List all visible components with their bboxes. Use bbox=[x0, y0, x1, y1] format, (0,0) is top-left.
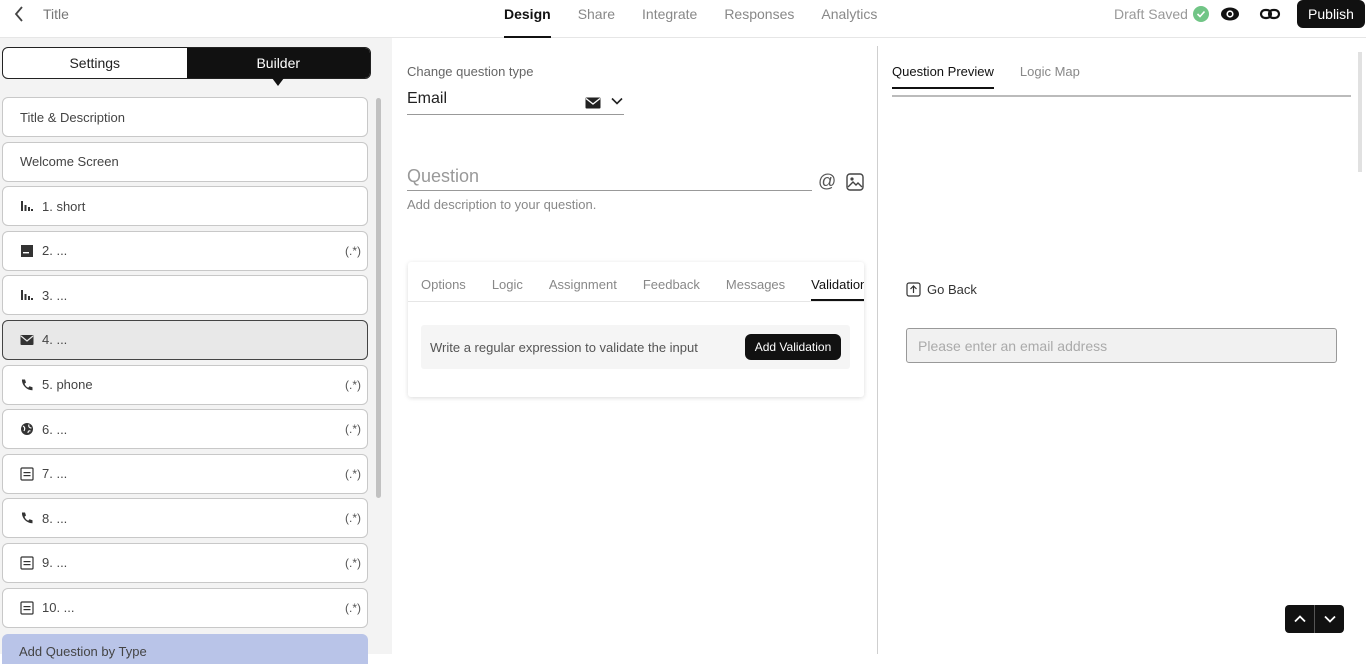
arrow-up-box-icon bbox=[906, 282, 921, 297]
question-list: Title & Description Welcome Screen 1. sh… bbox=[2, 97, 368, 632]
tab-options[interactable]: Options bbox=[421, 262, 466, 301]
envelope-icon bbox=[585, 96, 601, 114]
sidebar-item-label: 1. short bbox=[42, 198, 86, 214]
list-icon bbox=[20, 600, 34, 615]
question-input[interactable]: Question bbox=[407, 164, 812, 191]
add-question-button[interactable]: Add Question by Type bbox=[2, 634, 368, 664]
envelope-icon bbox=[20, 333, 34, 347]
sidebar-item-label: 2. ... bbox=[42, 243, 68, 259]
sidebar-item-label: 4. ... bbox=[42, 332, 68, 348]
draft-status: Draft Saved bbox=[1114, 6, 1209, 22]
tab-messages[interactable]: Messages bbox=[726, 262, 785, 301]
go-back-label: Go Back bbox=[927, 282, 977, 297]
tab-logic[interactable]: Logic bbox=[492, 262, 523, 301]
editor-tabs: Options Logic Assignment Feedback Messag… bbox=[408, 262, 864, 302]
list-icon bbox=[20, 556, 34, 570]
go-back-button[interactable]: Go Back bbox=[906, 282, 977, 297]
tab-design[interactable]: Design bbox=[504, 0, 551, 38]
sidebar-item-question-3[interactable]: 3. ... bbox=[2, 275, 368, 316]
sidebar-item-question-2[interactable]: 2. ... (.*) bbox=[2, 230, 368, 271]
sidebar-item-label: 5. phone bbox=[42, 377, 93, 393]
publish-button[interactable]: Publish bbox=[1297, 0, 1365, 28]
sidebar-item-question-10[interactable]: 10. ... (.*) bbox=[2, 587, 368, 628]
sidebar-item-title-description[interactable]: Title & Description bbox=[2, 97, 368, 137]
top-bar: Title Design Share Integrate Responses A… bbox=[0, 0, 1366, 38]
sidebar-item-label: 8. ... bbox=[42, 510, 68, 526]
sidebar-item-question-6[interactable]: 6. ... (.*) bbox=[2, 409, 368, 450]
tab-logic-map[interactable]: Logic Map bbox=[1020, 61, 1080, 95]
back-arrow-icon[interactable] bbox=[10, 5, 28, 23]
tab-validation[interactable]: Validation bbox=[811, 262, 864, 301]
sidebar-item-label: Title & Description bbox=[20, 109, 125, 125]
form-title[interactable]: Title bbox=[43, 6, 69, 22]
sidebar-item-question-1[interactable]: 1. short bbox=[2, 186, 368, 227]
validation-text: Write a regular expression to validate t… bbox=[430, 340, 698, 355]
image-icon[interactable] bbox=[846, 173, 864, 191]
question-editor: Change question type Email Question @ Ad… bbox=[393, 46, 878, 654]
long-text-icon bbox=[20, 244, 34, 258]
regex-badge: (.*) bbox=[345, 243, 361, 258]
question-type-select[interactable]: Email bbox=[407, 90, 624, 115]
tab-assignment[interactable]: Assignment bbox=[549, 262, 617, 301]
phone-icon bbox=[20, 511, 34, 525]
email-input[interactable]: Please enter an email address bbox=[906, 328, 1337, 363]
check-circle-icon bbox=[1192, 6, 1209, 22]
regex-badge: (.*) bbox=[345, 466, 361, 481]
chevron-down-icon[interactable] bbox=[1315, 605, 1344, 633]
regex-badge: (.*) bbox=[345, 600, 361, 615]
regex-badge: (.*) bbox=[345, 511, 361, 526]
sidebar-item-label: 3. ... bbox=[42, 287, 68, 303]
builder-sidebar: Settings Builder Title & Description Wel… bbox=[0, 38, 392, 664]
sidebar-item-question-4[interactable]: 4. ... bbox=[2, 319, 368, 360]
description-input[interactable]: Add description to your question. bbox=[407, 197, 596, 212]
change-type-label: Change question type bbox=[407, 64, 534, 79]
sidebar-item-label: 6. ... bbox=[42, 421, 68, 437]
link-icon[interactable] bbox=[1259, 5, 1281, 23]
preview-panel: Question Preview Logic Map Go Back Pleas… bbox=[879, 46, 1366, 654]
sidebar-item-label: 10. ... bbox=[42, 600, 75, 616]
validation-box: Write a regular expression to validate t… bbox=[421, 325, 850, 369]
settings-toggle-button[interactable]: Settings bbox=[3, 48, 187, 78]
tab-feedback[interactable]: Feedback bbox=[643, 262, 700, 301]
phone-icon bbox=[20, 378, 34, 392]
short-text-icon bbox=[20, 199, 34, 213]
sidebar-item-question-8[interactable]: 8. ... (.*) bbox=[2, 498, 368, 539]
question-type-value: Email bbox=[407, 90, 448, 107]
tab-question-preview[interactable]: Question Preview bbox=[892, 61, 994, 89]
sidebar-scrollbar[interactable] bbox=[376, 98, 381, 498]
preview-tabs: Question Preview Logic Map bbox=[892, 61, 1351, 97]
globe-icon bbox=[20, 422, 34, 436]
sidebar-item-label: 7. ... bbox=[42, 466, 68, 482]
eye-icon[interactable] bbox=[1220, 5, 1240, 23]
main-tabs: Design Share Integrate Responses Analyti… bbox=[504, 0, 904, 38]
tab-integrate[interactable]: Integrate bbox=[642, 0, 697, 38]
sidebar-item-question-9[interactable]: 9. ... (.*) bbox=[2, 542, 368, 583]
settings-card: Options Logic Assignment Feedback Messag… bbox=[408, 262, 864, 397]
regex-badge: (.*) bbox=[345, 377, 361, 392]
chevron-up-icon[interactable] bbox=[1285, 605, 1315, 633]
sidebar-item-question-7[interactable]: 7. ... (.*) bbox=[2, 453, 368, 494]
tab-responses[interactable]: Responses bbox=[724, 0, 794, 38]
settings-builder-toggle: Settings Builder bbox=[2, 47, 371, 86]
question-navigation bbox=[1285, 605, 1344, 633]
preview-scrollbar[interactable] bbox=[1358, 52, 1362, 172]
chevron-down-icon bbox=[610, 94, 624, 113]
sidebar-item-label: 9. ... bbox=[42, 555, 68, 571]
sidebar-item-welcome-screen[interactable]: Welcome Screen bbox=[2, 141, 368, 182]
tab-analytics[interactable]: Analytics bbox=[821, 0, 877, 38]
regex-badge: (.*) bbox=[345, 422, 361, 437]
regex-badge: (.*) bbox=[345, 555, 361, 570]
builder-toggle-button[interactable]: Builder bbox=[186, 48, 370, 86]
draft-status-label: Draft Saved bbox=[1114, 6, 1188, 22]
tab-share[interactable]: Share bbox=[578, 0, 615, 38]
list-icon bbox=[20, 467, 34, 481]
sidebar-item-question-5[interactable]: 5. phone (.*) bbox=[2, 364, 368, 405]
mention-icon[interactable]: @ bbox=[818, 171, 836, 192]
add-validation-button[interactable]: Add Validation bbox=[745, 334, 841, 360]
sidebar-item-label: Welcome Screen bbox=[20, 154, 119, 170]
short-text-icon bbox=[20, 288, 34, 302]
